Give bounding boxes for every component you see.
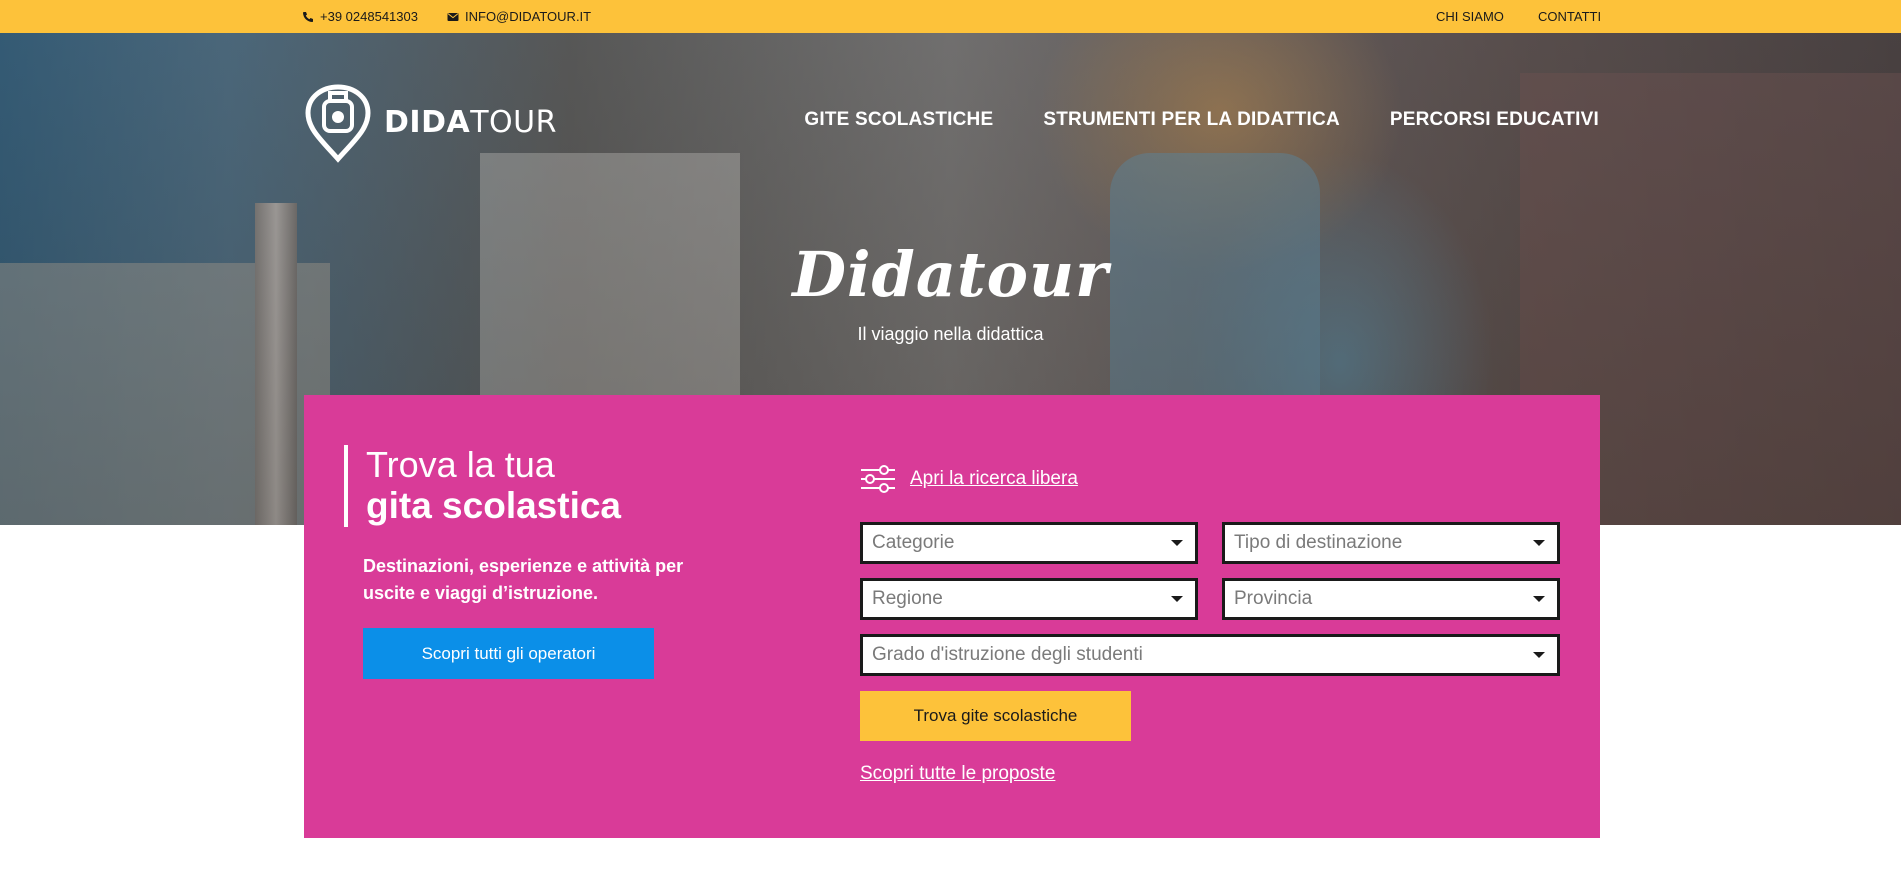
link-contatti[interactable]: CONTATTI <box>1538 0 1601 33</box>
logo-text-bold: DIDA <box>384 104 471 140</box>
search-heading-line2: gita scolastica <box>366 485 622 526</box>
caret-down-icon <box>1533 652 1545 658</box>
search-heading: Trova la tua gita scolastica <box>344 445 621 527</box>
select-tipo-destinazione[interactable]: Tipo di destinazione <box>1222 522 1560 564</box>
select-categorie-value: Categorie <box>872 532 955 553</box>
select-categorie[interactable]: Categorie <box>860 522 1198 564</box>
select-tipo-value: Tipo di destinazione <box>1234 532 1403 553</box>
free-search-label: Apri la ricerca libera <box>910 468 1078 489</box>
caret-down-icon <box>1533 540 1545 546</box>
nav-strumenti-didattica[interactable]: STRUMENTI PER LA DIDATTICA <box>1043 109 1340 131</box>
select-provincia-value: Provincia <box>1234 588 1313 609</box>
phone-number: +39 0248541303 <box>320 9 418 24</box>
email-address: INFO@DIDATOUR.IT <box>465 9 592 24</box>
nav-gite-scolastiche[interactable]: GITE SCOLASTICHE <box>804 109 993 131</box>
search-panel: Trova la tua gita scolastica Destinazion… <box>304 395 1600 838</box>
logo-pin-icon <box>305 84 371 163</box>
hero-subtitle: Il viaggio nella didattica <box>857 324 1044 344</box>
phone-icon <box>303 11 313 22</box>
link-chi-siamo-label: CHI SIAMO <box>1436 9 1504 24</box>
all-proposals-link[interactable]: Scopri tutte le proposte <box>860 763 1055 785</box>
caret-down-icon <box>1533 596 1545 602</box>
main-nav: GITE SCOLASTICHE STRUMENTI PER LA DIDATT… <box>804 109 1599 131</box>
link-contatti-label: CONTATTI <box>1538 9 1602 24</box>
logo-text-light: TOUR <box>470 104 557 140</box>
search-description: Destinazioni, esperienze e attività per … <box>363 556 684 603</box>
find-trips-button[interactable]: Trova gite scolastiche <box>860 691 1131 741</box>
select-regione-value: Regione <box>872 588 943 609</box>
discover-operators-button[interactable]: Scopri tutti gli operatori <box>363 628 654 679</box>
free-search-link[interactable]: Apri la ricerca libera <box>860 465 1078 493</box>
top-bar: +39 0248541303 INFO@DIDATOUR.IT CHI SIAM… <box>0 0 1901 33</box>
link-chi-siamo[interactable]: CHI SIAMO <box>1436 0 1504 33</box>
hero-title: Didatour <box>792 238 1109 311</box>
select-provincia[interactable]: Provincia <box>1222 578 1560 620</box>
phone-link[interactable]: +39 0248541303 <box>302 0 418 33</box>
logo[interactable]: DIDATOUR <box>302 81 557 163</box>
select-grado-istruzione[interactable]: Grado d'istruzione degli studenti <box>860 634 1560 676</box>
logo-text: DIDATOUR <box>384 105 557 140</box>
nav-percorsi-educativi[interactable]: PERCORSI EDUCATIVI <box>1390 109 1599 131</box>
select-regione[interactable]: Regione <box>860 578 1198 620</box>
search-heading-line1: Trova la tua <box>366 444 555 485</box>
caret-down-icon <box>1171 540 1183 546</box>
email-link[interactable]: INFO@DIDATOUR.IT <box>447 0 591 33</box>
caret-down-icon <box>1171 596 1183 602</box>
envelope-icon <box>447 12 459 21</box>
filter-sliders-icon <box>861 465 895 493</box>
select-grado-value: Grado d'istruzione degli studenti <box>872 644 1143 665</box>
